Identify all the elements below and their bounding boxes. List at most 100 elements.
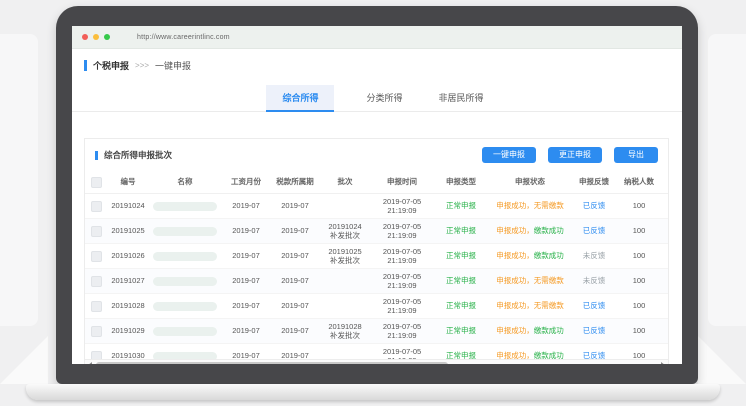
cell-declare-status: 申报成功，缴款成功: [489, 226, 571, 235]
cell-declare-feedback[interactable]: 已反馈: [571, 301, 617, 310]
cell-declare-type: 正常申报: [433, 226, 489, 235]
select-all-checkbox[interactable]: [91, 177, 102, 188]
cell-declare-type: 正常申报: [433, 326, 489, 335]
horizontal-scrollbar[interactable]: [85, 359, 668, 364]
row-checkbox[interactable]: [91, 251, 102, 262]
row-checkbox[interactable]: [91, 326, 102, 337]
cell-taxpayer-count: 100: [617, 251, 661, 260]
export-button[interactable]: 导出: [614, 147, 658, 163]
cell-declare-feedback[interactable]: 未反馈: [571, 276, 617, 285]
panel-title: 综合所得申报批次: [104, 149, 172, 161]
cell-id: 20191027: [107, 276, 149, 285]
cell-declare-time: 2019-07-05 21:19:09: [371, 272, 433, 291]
cell-declare-type: 正常申报: [433, 276, 489, 285]
cell-id: 20191028: [107, 301, 149, 310]
cell-salary-month: 2019-07: [221, 226, 271, 235]
close-window-icon[interactable]: [82, 34, 88, 40]
col-batch: 批次: [319, 177, 371, 186]
tab-nonresident-income[interactable]: 非居民所得: [435, 85, 488, 111]
correct-declare-button[interactable]: 更正申报: [548, 147, 602, 163]
name-placeholder: [153, 302, 217, 311]
name-placeholder: [153, 327, 217, 336]
cell-declare-type: 正常申报: [433, 251, 489, 260]
cell-amount: 11: [661, 301, 669, 310]
cell-declare-status: 申报成功，缴款成功: [489, 326, 571, 335]
name-placeholder: [153, 227, 217, 236]
cell-id: 20191024: [107, 201, 149, 210]
panel-accent-bar: [95, 151, 98, 160]
scroll-right-arrow-icon[interactable]: [661, 362, 665, 364]
row-checkbox[interactable]: [91, 276, 102, 287]
col-salary-month: 工资月份: [221, 177, 271, 186]
cell-declare-feedback[interactable]: 已反馈: [571, 201, 617, 210]
cell-tax-period: 2019-07: [271, 326, 319, 335]
name-placeholder: [153, 202, 217, 211]
tab-classified-income[interactable]: 分类所得: [362, 85, 406, 111]
breadcrumb-separator: >>>: [135, 61, 149, 70]
cell-batch: 20191028 补发批次: [319, 322, 371, 341]
table-row: 20191025 2019-07 2019-07 20191024 补发批次 2…: [85, 219, 669, 244]
background-card-left: [0, 34, 38, 326]
cell-amount: 11: [661, 226, 669, 235]
cell-declare-time: 2019-07-05 21:19:09: [371, 247, 433, 266]
table-body: 20191024 2019-07 2019-07 2019-07-05 21:1…: [85, 194, 669, 364]
table-row: 20191028 2019-07 2019-07 2019-07-05 21:1…: [85, 294, 669, 319]
breadcrumb-current: 一键申报: [155, 59, 191, 72]
cell-declare-type: 正常申报: [433, 201, 489, 210]
cell-declare-feedback[interactable]: 已反馈: [571, 226, 617, 235]
cell-taxpayer-count: 100: [617, 326, 661, 335]
cell-taxpayer-count: 100: [617, 301, 661, 310]
cell-salary-month: 2019-07: [221, 276, 271, 285]
cell-id: 20191025: [107, 226, 149, 235]
batch-table: 编号 名称 工资月份 税款所属期 批次 申报时间 申报类型 申报状态 申报反馈 …: [85, 171, 669, 364]
cell-declare-feedback[interactable]: 未反馈: [571, 251, 617, 260]
cell-id: 20191029: [107, 326, 149, 335]
cell-amount: 11: [661, 276, 669, 285]
cell-declare-time: 2019-07-05 21:19:09: [371, 222, 433, 241]
cell-declare-time: 2019-07-05 21:19:09: [371, 322, 433, 341]
scroll-left-arrow-icon[interactable]: [88, 362, 92, 364]
cell-tax-period: 2019-07: [271, 201, 319, 210]
cell-tax-period: 2019-07: [271, 251, 319, 260]
browser-toolbar: http://www.careerintlinc.com: [72, 26, 682, 49]
page-content: 个税申报 >>> 一键申报 综合所得 分类所得 非居民所得 综合所得申报批次 一…: [72, 59, 682, 364]
panel-actions: 一键申报 更正申报 导出: [482, 147, 658, 163]
cell-taxpayer-count: 100: [617, 276, 661, 285]
cell-declare-status: 申报成功，无需缴款: [489, 301, 571, 310]
row-checkbox[interactable]: [91, 226, 102, 237]
row-checkbox[interactable]: [91, 201, 102, 212]
cell-taxpayer-count: 100: [617, 201, 661, 210]
row-checkbox[interactable]: [91, 301, 102, 312]
cell-amount: 11: [661, 251, 669, 260]
breadcrumb-accent-bar: [84, 60, 87, 71]
laptop-base-flare-right: [698, 336, 746, 384]
cell-batch: 20191025 补发批次: [319, 247, 371, 266]
cell-amount: 11: [661, 201, 669, 210]
maximize-window-icon[interactable]: [104, 34, 110, 40]
col-declare-feedback: 申报反馈: [571, 177, 617, 186]
minimize-window-icon[interactable]: [93, 34, 99, 40]
cell-tax-period: 2019-07: [271, 226, 319, 235]
cell-declare-status: 申报成功，无需缴款: [489, 276, 571, 285]
col-declare-status: 申报状态: [489, 177, 571, 186]
breadcrumb-section: 个税申报: [93, 59, 129, 72]
panel-header: 综合所得申报批次 一键申报 更正申报 导出: [85, 139, 668, 171]
tab-comprehensive-income[interactable]: 综合所得: [266, 85, 334, 112]
col-declare-time: 申报时间: [371, 177, 433, 186]
scrollbar-thumb[interactable]: [96, 362, 448, 364]
cell-taxpayer-count: 100: [617, 226, 661, 235]
declaration-batch-panel: 综合所得申报批次 一键申报 更正申报 导出 编号 名称 工资月份: [84, 138, 669, 364]
name-placeholder: [153, 277, 217, 286]
address-bar[interactable]: http://www.careerintlinc.com: [137, 34, 230, 41]
cell-declare-feedback[interactable]: 已反馈: [571, 326, 617, 335]
one-click-declare-button[interactable]: 一键申报: [482, 147, 536, 163]
breadcrumb: 个税申报 >>> 一键申报: [84, 59, 682, 72]
cell-declare-time: 2019-07-05 21:19:09: [371, 197, 433, 216]
cell-declare-time: 2019-07-05 21:19:09: [371, 297, 433, 316]
col-declare-type: 申报类型: [433, 177, 489, 186]
cell-salary-month: 2019-07: [221, 201, 271, 210]
page-background: http://www.careerintlinc.com 个税申报 >>> 一键…: [0, 0, 746, 406]
col-name: 名称: [149, 177, 221, 186]
laptop-base-flare-left: [0, 336, 48, 384]
table-header-row: 编号 名称 工资月份 税款所属期 批次 申报时间 申报类型 申报状态 申报反馈 …: [85, 171, 669, 194]
